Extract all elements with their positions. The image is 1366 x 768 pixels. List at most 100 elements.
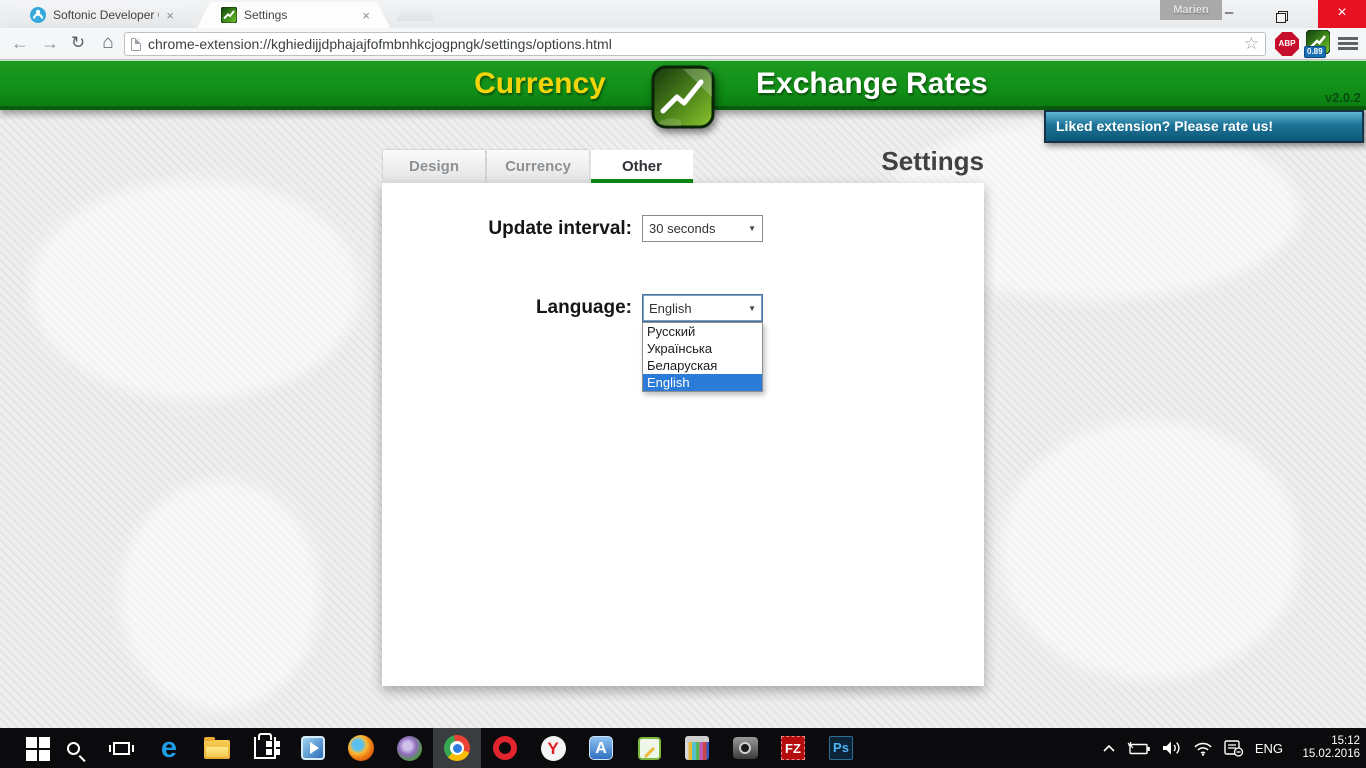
browser-titlebar: Softonic Developer Center × Settings × M… <box>0 0 1366 28</box>
taskbar-opera[interactable] <box>481 728 529 768</box>
tab-close-icon[interactable]: × <box>166 9 174 22</box>
page-icon <box>131 37 141 51</box>
tab-other[interactable]: Other <box>591 150 693 183</box>
taskbar-windows-store[interactable] <box>241 728 289 768</box>
tab-close-icon[interactable]: × <box>362 9 370 22</box>
taskbar-firefox[interactable] <box>337 728 385 768</box>
yandex-icon: Y <box>540 735 566 761</box>
back-icon[interactable]: ← <box>6 28 34 59</box>
task-view-button[interactable] <box>97 728 145 768</box>
restore-icon <box>1276 13 1286 23</box>
minimize-button[interactable]: – <box>1206 0 1252 28</box>
file-explorer-icon <box>204 737 230 759</box>
notepad-icon <box>637 736 661 760</box>
language-select[interactable]: English ▼ <box>642 294 763 322</box>
forward-icon[interactable]: → <box>36 28 64 59</box>
extension-options-page: Currency Exchange Rates v2.0.2 Liked ext… <box>0 60 1366 728</box>
taskbar-media-player[interactable] <box>289 728 337 768</box>
action-center-icon[interactable] <box>1224 739 1244 757</box>
update-interval-value: 30 seconds <box>649 221 716 236</box>
softonic-favicon <box>30 7 46 23</box>
taskbar-file-explorer[interactable] <box>193 728 241 768</box>
reload-icon[interactable]: ↻ <box>64 28 92 59</box>
rate-us-banner[interactable]: Liked extension? Please rate us! <box>1044 110 1364 143</box>
tab-currency[interactable]: Currency <box>487 150 589 183</box>
adblock-plus-icon[interactable]: ABP <box>1275 32 1299 56</box>
filezilla-icon: FZ <box>781 736 805 760</box>
browser-menu-icon[interactable] <box>1338 37 1358 51</box>
battery-icon[interactable] <box>1127 741 1151 756</box>
firefox-icon <box>348 735 374 761</box>
camera-icon <box>732 737 758 759</box>
photoshop-icon: Ps <box>829 736 853 760</box>
taskbar-search-button[interactable] <box>49 728 97 768</box>
version-label: v2.0.2 <box>1324 90 1361 105</box>
edge-icon: e <box>160 732 178 764</box>
language-option[interactable]: Беларуская <box>643 357 762 374</box>
language-option[interactable]: Русский <box>643 323 762 340</box>
update-interval-label: Update interval: <box>488 218 632 239</box>
tab-title: Softonic Developer Center <box>53 8 155 22</box>
chrome-icon <box>444 735 470 761</box>
taskbar-chrome-active[interactable] <box>433 728 481 768</box>
url-text[interactable]: chrome-extension://kghiedijjdphajajfofmb… <box>148 36 1237 52</box>
media-player-icon <box>301 736 325 760</box>
test-pattern-icon <box>685 736 709 760</box>
language-option-selected[interactable]: English <box>643 374 762 391</box>
browser-tab-softonic[interactable]: Softonic Developer Center × <box>6 2 194 28</box>
map-decoration <box>120 480 320 710</box>
taskbar-notepad[interactable] <box>625 728 673 768</box>
language-value: English <box>649 300 692 316</box>
bookmark-star-icon[interactable]: ☆ <box>1244 34 1259 54</box>
taskbar-avant[interactable]: A <box>577 728 625 768</box>
tab-design[interactable]: Design <box>383 150 485 183</box>
banner-title-currency: Currency <box>474 67 606 100</box>
currency-app-icon <box>651 65 715 129</box>
map-decoration <box>30 180 360 400</box>
language-dropdown-list: Русский Українська Беларуская English <box>642 322 763 392</box>
taskbar-filezilla[interactable]: FZ <box>769 728 817 768</box>
start-button[interactable] <box>1 728 49 768</box>
wifi-icon[interactable] <box>1193 741 1213 756</box>
browser-tab-settings[interactable]: Settings × <box>197 2 390 28</box>
avant-icon: A <box>589 736 613 760</box>
chevron-down-icon: ▼ <box>748 303 756 313</box>
restore-button[interactable] <box>1258 0 1304 28</box>
clock-date: 15.02.2016 <box>1302 748 1360 760</box>
taskbar-clock[interactable]: 15:12 15.02.2016 <box>1294 735 1360 762</box>
banner-title-exchange-rates: Exchange Rates <box>756 67 988 100</box>
chevron-down-icon: ▼ <box>748 224 756 233</box>
keyboard-language-indicator[interactable]: ENG <box>1255 741 1283 756</box>
globe-browser-icon <box>396 735 422 761</box>
settings-panel: Update interval: 30 seconds ▼ Language: … <box>382 183 984 686</box>
language-label: Language: <box>535 297 632 318</box>
taskbar-edge[interactable]: e <box>145 728 193 768</box>
extension-favicon <box>221 7 237 23</box>
tray-expand-chevron-icon[interactable] <box>1102 743 1116 753</box>
taskbar-capture-tool[interactable] <box>673 728 721 768</box>
update-interval-select[interactable]: 30 seconds ▼ <box>642 215 763 242</box>
new-tab-button[interactable] <box>396 5 434 21</box>
system-tray: ENG 15:12 15.02.2016 <box>1102 728 1360 768</box>
taskbar-yandex[interactable]: Y <box>529 728 577 768</box>
map-decoration <box>1000 420 1300 680</box>
browser-toolbar: ← → ↻ ⌂ chrome-extension://kghiedijjdpha… <box>0 28 1366 60</box>
opera-icon <box>493 736 517 760</box>
task-view-icon <box>108 741 134 755</box>
windows-taskbar: e Y A FZ Ps ENG 15:12 15.02.2016 <box>0 728 1366 768</box>
taskbar-camera-tool[interactable] <box>721 728 769 768</box>
close-window-button[interactable]: × <box>1318 0 1366 28</box>
store-icon <box>254 733 276 759</box>
taskbar-photoshop[interactable]: Ps <box>817 728 865 768</box>
extension-rate-badge: 0.89 <box>1304 46 1326 58</box>
settings-page-title: Settings <box>881 146 984 176</box>
windows-logo-icon <box>25 736 37 748</box>
volume-icon[interactable] <box>1162 740 1182 756</box>
language-option[interactable]: Українська <box>643 340 762 357</box>
taskbar-tor-browser[interactable] <box>385 728 433 768</box>
screen: Softonic Developer Center × Settings × M… <box>0 0 1366 768</box>
home-icon[interactable]: ⌂ <box>94 28 122 59</box>
clock-time: 15:12 <box>1331 734 1360 747</box>
search-icon <box>66 741 80 755</box>
address-bar[interactable]: chrome-extension://kghiedijjdphajajfofmb… <box>124 32 1266 56</box>
